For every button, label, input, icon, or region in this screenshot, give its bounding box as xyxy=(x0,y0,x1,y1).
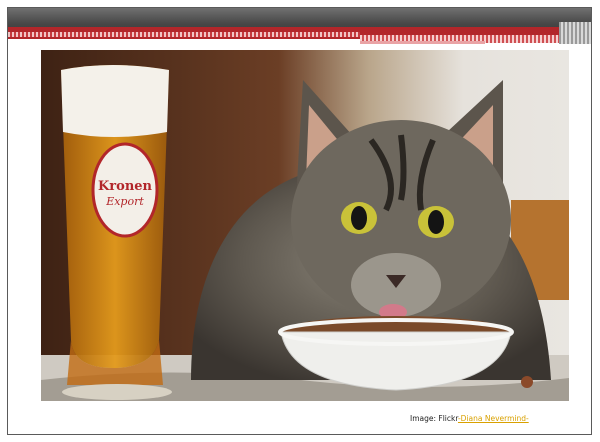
cat-and-beer-photo: Kronen Export xyxy=(41,50,569,401)
caption-prefix: Image: Flickr xyxy=(410,414,458,423)
photo-illustration: Kronen Export xyxy=(41,50,569,401)
glass-brand-line1: Kronen xyxy=(98,179,153,194)
glass-brand-line2: Export xyxy=(105,195,144,208)
beer-foam xyxy=(61,65,169,137)
photographer-credit-link[interactable]: -Diana Nevermind- xyxy=(458,414,529,423)
image-caption: Image: Flickr-Diana Nevermind- xyxy=(410,414,529,423)
header-stripe-left xyxy=(8,32,360,37)
header-stripe-right-lower xyxy=(360,41,485,44)
header-corner-pattern xyxy=(559,22,591,44)
glass-foot xyxy=(62,384,172,400)
